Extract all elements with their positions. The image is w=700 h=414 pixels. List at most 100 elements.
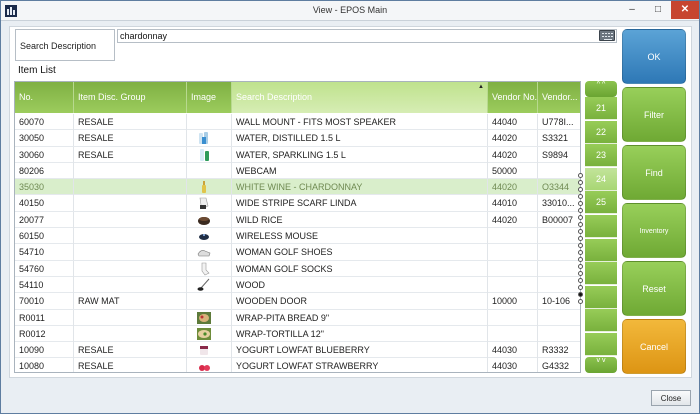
cell-no: 60150: [15, 228, 74, 245]
scroll-dot: [578, 250, 583, 255]
close-button[interactable]: Close: [651, 390, 691, 406]
cell-no: 80206: [15, 162, 74, 179]
ok-button[interactable]: OK: [622, 29, 686, 84]
table-row[interactable]: 70010 RAW MAT WOODEN DOOR 10000 10-106: [15, 293, 580, 310]
cell-vendor-no: 10000: [488, 293, 538, 310]
pager: ^ ^ 21 22 23 24 25 v v: [585, 81, 617, 373]
page-button[interactable]: 23: [585, 144, 617, 168]
item-list-title: Item List: [18, 65, 56, 76]
inventory-button[interactable]: Inventory: [622, 203, 686, 258]
search-input[interactable]: [117, 29, 617, 43]
scroll-dot: [578, 236, 583, 241]
table-row[interactable]: 10090 RESALE YOGURT LOWFAT BLUEBERRY 44030 R…: [15, 342, 580, 359]
cell-image: [187, 293, 232, 310]
cell-vendor-no: 44020: [488, 130, 538, 147]
cell-image: [187, 130, 232, 147]
page-button[interactable]: [585, 309, 617, 333]
page-button[interactable]: [585, 285, 617, 309]
cell-disc-group: [74, 228, 187, 245]
cell-vendor-no: 44020: [488, 211, 538, 228]
table-row[interactable]: 30050 RESALE WATER, DISTILLED 1.5 L 44020 S3…: [15, 130, 580, 147]
cell-vendor-code: [538, 261, 580, 277]
cell-disc-group: [74, 179, 187, 196]
scroll-dot: [578, 201, 583, 206]
epos-window: View - EPOS Main – □ ✕ Search Descriptio…: [0, 0, 700, 414]
col-header-disc-group[interactable]: Item Disc. Group: [74, 82, 187, 113]
cell-vendor-code: [538, 228, 580, 244]
table-row[interactable]: R0011 WRAP-PITA BREAD 9": [15, 309, 580, 326]
page-button[interactable]: [585, 262, 617, 286]
title-bar: View - EPOS Main – □ ✕: [1, 1, 699, 21]
cell-vendor-code: G4332: [538, 358, 580, 372]
table-row[interactable]: 20077 WILD RICE 44020 B00007: [15, 211, 580, 229]
cell-image: [187, 146, 232, 163]
cell-disc-group: RESALE: [74, 358, 187, 372]
table-row[interactable]: 40150 WIDE STRIPE SCARF LINDA 44010 33010..…: [15, 195, 580, 212]
page-button[interactable]: 24: [585, 167, 617, 191]
cell-description: WIDE STRIPE SCARF LINDA: [232, 195, 488, 212]
scroll-dot: [578, 180, 583, 185]
window-title: View - EPOS Main: [312, 5, 388, 15]
table-row[interactable]: 10080 RESALE YOGURT LOWFAT STRAWBERRY 44030…: [15, 358, 580, 372]
scroll-dot: [578, 187, 583, 192]
table-row[interactable]: 54110 WOOD: [15, 276, 580, 294]
cell-description: WRAP-PITA BREAD 9": [232, 309, 488, 326]
page-button[interactable]: [585, 215, 617, 238]
cell-description: WOODEN DOOR: [232, 293, 488, 310]
col-header-label: Search Description: [236, 92, 313, 102]
col-header-no[interactable]: No.: [15, 82, 74, 113]
scroll-dot: [578, 215, 583, 220]
col-header-vendor-no[interactable]: Vendor No.: [488, 82, 538, 113]
page-down-button[interactable]: v v: [585, 357, 617, 373]
cell-vendor-code: [538, 244, 580, 260]
cell-image: [187, 195, 232, 212]
scroll-dot: [578, 222, 583, 227]
page-button[interactable]: 25: [585, 191, 617, 215]
reset-button[interactable]: Reset: [622, 261, 686, 316]
cell-vendor-no: [488, 325, 538, 342]
cell-description: WEBCAM: [232, 162, 488, 179]
cell-disc-group: [74, 162, 187, 179]
grid-body: 60070 RESALE WALL MOUNT - FITS MOST SPEAKE…: [15, 114, 580, 372]
page-button[interactable]: [585, 238, 617, 262]
cancel-button[interactable]: Cancel: [622, 319, 686, 374]
cell-vendor-code: U778I...: [538, 114, 580, 130]
cell-image: [187, 228, 232, 245]
cell-vendor-no: 44030: [488, 342, 538, 359]
cell-disc-group: [74, 309, 187, 326]
scroll-dot: [578, 292, 583, 297]
minimize-icon[interactable]: –: [619, 1, 645, 19]
cell-description: WILD RICE: [232, 211, 488, 228]
table-row[interactable]: 54710 WOMAN GOLF SHOES: [15, 244, 580, 261]
cell-vendor-no: [488, 309, 538, 326]
cell-description: WALL MOUNT - FITS MOST SPEAKER: [232, 114, 488, 130]
col-header-search-description[interactable]: Search Description ▲: [232, 82, 488, 113]
cell-disc-group: [74, 211, 187, 228]
table-row[interactable]: 80206 WEBCAM 50000: [15, 162, 580, 180]
filter-button[interactable]: Filter: [622, 87, 686, 142]
keyboard-icon[interactable]: [599, 30, 615, 41]
page-button[interactable]: 22: [585, 120, 617, 144]
table-row[interactable]: 35030 WHITE WINE - CHARDONNAY 44020 O3344: [15, 179, 580, 196]
table-row[interactable]: 30060 RESALE WATER, SPARKLING 1.5 L 44020 S9…: [15, 146, 580, 163]
cell-disc-group: [74, 195, 187, 212]
col-header-vendor-code[interactable]: Vendor...: [538, 82, 580, 113]
scroll-dot: [578, 264, 583, 269]
page-up-button[interactable]: ^ ^: [585, 81, 617, 97]
cell-vendor-no: 44040: [488, 114, 538, 130]
cell-image: [187, 179, 232, 196]
close-window-icon[interactable]: ✕: [671, 1, 699, 19]
table-row[interactable]: 60150 WIRELESS MOUSE: [15, 228, 580, 245]
table-row[interactable]: R0012 WRAP-TORTILLA 12": [15, 325, 580, 343]
page-button[interactable]: 21: [585, 97, 617, 120]
col-header-image[interactable]: Image: [187, 82, 232, 113]
cell-vendor-code: [538, 310, 580, 326]
cell-vendor-code: 33010...: [538, 195, 580, 211]
find-button[interactable]: Find: [622, 145, 686, 200]
cell-no: 70010: [15, 293, 74, 310]
cell-vendor-no: [488, 260, 538, 277]
table-row[interactable]: 60070 RESALE WALL MOUNT - FITS MOST SPEAKE…: [15, 114, 580, 131]
maximize-icon[interactable]: □: [645, 1, 671, 19]
page-button[interactable]: [585, 333, 617, 356]
table-row[interactable]: 54760 WOMAN GOLF SOCKS: [15, 260, 580, 277]
